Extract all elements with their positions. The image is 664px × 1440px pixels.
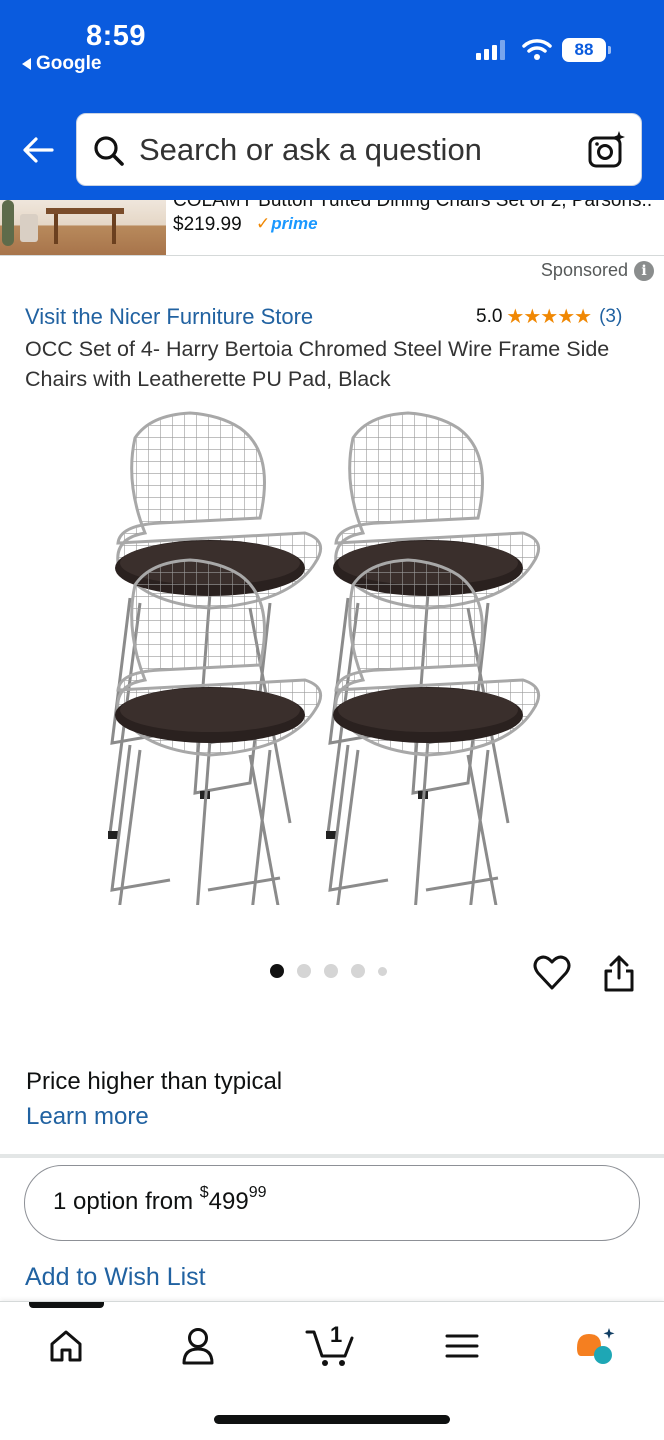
add-to-wish-list-link[interactable]: Add to Wish List bbox=[25, 1263, 206, 1292]
rating-value: 5.0 bbox=[476, 305, 503, 327]
nav-cart[interactable]: 1 bbox=[300, 1322, 360, 1368]
nav-rufus[interactable] bbox=[566, 1324, 626, 1368]
back-triangle-icon bbox=[22, 58, 31, 70]
nav-account[interactable] bbox=[168, 1324, 228, 1368]
price-note: Price higher than typical bbox=[26, 1068, 283, 1095]
home-indicator bbox=[214, 1415, 450, 1424]
banner-product-image bbox=[0, 200, 166, 255]
search-bar[interactable]: Search or ask a question bbox=[76, 113, 642, 186]
rufus-icon bbox=[577, 1328, 615, 1364]
share-icon[interactable] bbox=[602, 954, 636, 994]
wifi-icon bbox=[522, 39, 552, 60]
top-header: 8:59 Google 88 Search or ask a question bbox=[0, 0, 664, 200]
product-title: OCC Set of 4- Harry Bertoia Chromed Stee… bbox=[25, 337, 610, 391]
pager-dot[interactable] bbox=[351, 964, 365, 978]
banner-product-title: COLAMY Button Tufted Dining Chairs Set o… bbox=[173, 200, 653, 211]
pager-dot[interactable] bbox=[324, 964, 338, 978]
buying-options-button[interactable]: 1 option from $ 499 99 bbox=[24, 1165, 640, 1241]
signal-icon bbox=[476, 40, 505, 60]
image-pager[interactable] bbox=[270, 964, 387, 978]
home-icon bbox=[50, 1330, 82, 1362]
back-arrow-icon[interactable] bbox=[20, 132, 56, 168]
nav-home[interactable] bbox=[36, 1324, 96, 1368]
heart-icon[interactable] bbox=[533, 955, 571, 991]
price-fraction: 99 bbox=[248, 1184, 267, 1201]
account-icon bbox=[182, 1328, 214, 1365]
price-whole: 499 bbox=[208, 1188, 249, 1215]
buying-options-label: 1 option from $ 499 99 bbox=[53, 1184, 267, 1215]
rating-count[interactable]: (3) bbox=[599, 306, 622, 328]
camera-icon[interactable] bbox=[587, 130, 627, 170]
section-divider bbox=[0, 1154, 664, 1158]
product-rating[interactable]: 5.0 ★★★★★ (3) bbox=[476, 304, 622, 329]
nav-active-indicator bbox=[29, 1302, 104, 1308]
sponsored-label[interactable]: Sponsored i bbox=[541, 260, 654, 281]
search-input[interactable]: Search or ask a question bbox=[139, 132, 482, 168]
prime-badge: ✓prime bbox=[256, 214, 318, 233]
search-icon bbox=[94, 136, 124, 166]
menu-icon bbox=[445, 1334, 479, 1358]
battery-icon: 88 bbox=[562, 38, 611, 62]
status-time: 8:59 bbox=[86, 20, 147, 52]
pager-dot[interactable] bbox=[378, 966, 387, 976]
prime-check-icon: ✓ bbox=[256, 214, 271, 233]
pager-dot[interactable] bbox=[297, 964, 311, 978]
learn-more-link[interactable]: Learn more bbox=[26, 1103, 149, 1131]
star-rating-icon: ★★★★★ bbox=[506, 306, 592, 328]
back-to-app-link[interactable]: Google bbox=[22, 53, 101, 75]
banner-price: $219.99 bbox=[173, 214, 242, 235]
info-icon[interactable]: i bbox=[634, 260, 654, 281]
product-image[interactable] bbox=[90, 405, 580, 905]
sponsored-banner[interactable]: COLAMY Button Tufted Dining Chairs Set o… bbox=[0, 200, 664, 256]
store-link[interactable]: Visit the Nicer Furniture Store bbox=[25, 304, 313, 330]
nav-menu[interactable] bbox=[432, 1324, 492, 1368]
pager-dot[interactable] bbox=[270, 964, 284, 978]
price-currency: $ bbox=[199, 1184, 209, 1201]
cart-count: 1 bbox=[330, 1322, 343, 1347]
back-app-label: Google bbox=[36, 53, 102, 74]
